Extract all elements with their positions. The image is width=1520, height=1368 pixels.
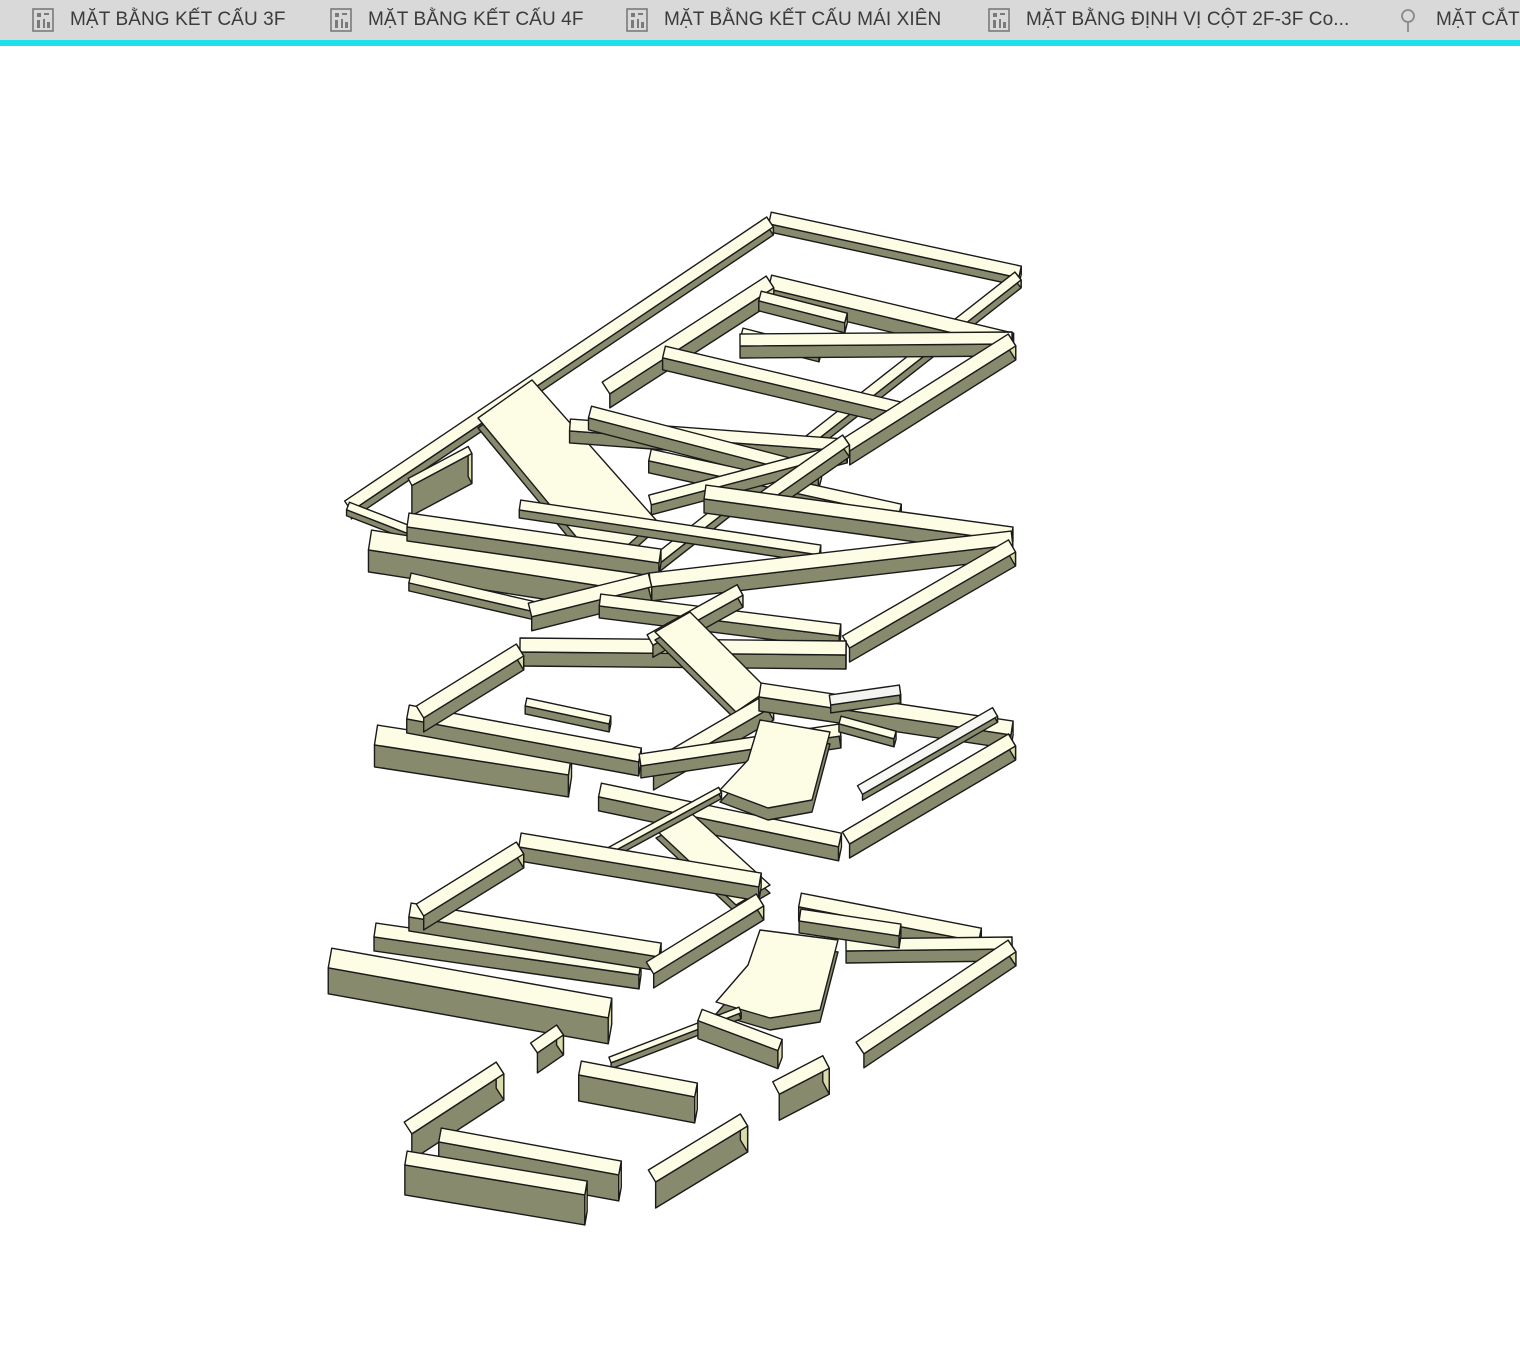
floor-plan-view-icon [328, 6, 356, 34]
beam-top-face [739, 331, 1013, 347]
tab-mat-bang-ket-cau-3f[interactable]: MẶT BẰNG KẾT CẤU 3F [30, 0, 286, 40]
section-view-icon [1396, 6, 1424, 34]
beam-top-face [645, 893, 765, 975]
beam-top-face [768, 211, 1022, 279]
beam-side-face [863, 951, 1017, 1069]
structural-frame-3d-model [327, 211, 1022, 1226]
beam-side-face [768, 223, 1020, 287]
tab-mat-bang-dinh-vi-cot[interactable]: MẶT BẰNG ĐỊNH VỊ CỘT 2F-3F Co... [986, 0, 1349, 40]
beam-top-face [415, 643, 525, 719]
tab-mat-bang-ket-cau-4f[interactable]: MẶT BẰNG KẾT CẤU 4F [328, 0, 584, 40]
tab-mat-bang-ket-cau-mai-xien[interactable]: MẶT BẰNG KẾT CẤU MÁI XIÊN [624, 0, 941, 40]
floor-plan-view-icon [30, 6, 58, 34]
stair-landing-2 [715, 929, 839, 1019]
tab-label: MẶT BẰNG KẾT CẤU 4F [368, 9, 584, 30]
floor-plan-view-icon [986, 6, 1014, 34]
3d-model-viewport[interactable] [0, 46, 1520, 1368]
tab-label: MẶT BẰNG ĐỊNH VỊ CỘT 2F-3F Co... [1026, 9, 1350, 30]
beam-side-face [848, 745, 1017, 859]
tab-label: MẶT BẰNG KẾT CẤU 3F [70, 9, 286, 30]
tab-label: MẶT BẰNG KẾT CẤU MÁI XIÊN [664, 9, 942, 30]
beam-top-face [415, 841, 525, 917]
tab-label: MẶT CẮT [1436, 9, 1520, 30]
view-tab-bar: MẶT BẰNG KẾT CẤU 3F MẶT BẰNG KẾT CẤU 4F … [0, 0, 1520, 41]
tab-mat-cat[interactable]: MẶT CẮT [1396, 0, 1520, 40]
floor-plan-view-icon [624, 6, 652, 34]
